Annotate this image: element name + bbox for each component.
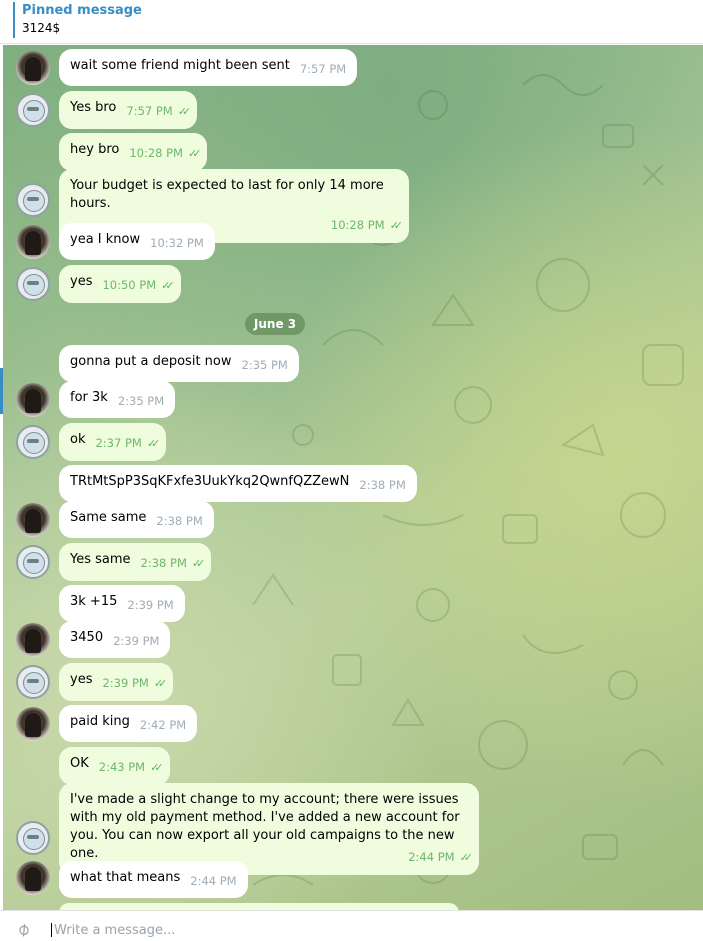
message-text: for 3k xyxy=(70,390,108,405)
message-text: Yes bro xyxy=(70,100,117,115)
avatar[interactable] xyxy=(16,425,50,459)
avatar[interactable] xyxy=(16,383,50,417)
message-text: what that means xyxy=(70,870,181,885)
message-text: 3k +15 xyxy=(70,594,118,609)
read-checkmark-icon: ✓✓ xyxy=(153,677,168,690)
message-time: 7:57 PM xyxy=(126,104,173,118)
avatar[interactable] xyxy=(16,503,50,537)
message-text: yea I know xyxy=(70,232,141,247)
read-checkmark-icon: ✓✓ xyxy=(146,437,161,450)
message-text: yes xyxy=(70,274,93,289)
message-time: 2:35 PM xyxy=(117,394,165,408)
message-bubble[interactable]: gonna put a deposit now 2:35 PM xyxy=(59,345,299,382)
message-bubble[interactable]: 3k +15 2:39 PM xyxy=(59,585,185,622)
read-checkmark-icon: ✓✓ xyxy=(177,105,192,118)
message-bubble[interactable]: Yes same 2:38 PM ✓✓ xyxy=(59,543,212,581)
message-time: 2:37 PM xyxy=(95,436,142,450)
message-bubble[interactable]: paid king 2:42 PM xyxy=(59,705,198,742)
message-time: 2:38 PM xyxy=(359,478,406,492)
pinned-text: 3124$ xyxy=(22,21,61,35)
message-text: Yes same xyxy=(70,552,131,567)
message-time: 2:44 PM xyxy=(408,850,455,864)
message-time: 2:44 PM xyxy=(190,874,237,888)
message-text: yes xyxy=(70,672,93,687)
message-text: Same same xyxy=(70,510,147,525)
avatar[interactable] xyxy=(16,51,50,85)
message-time: 2:38 PM xyxy=(156,514,203,528)
read-checkmark-icon: ✓✓ xyxy=(389,219,404,232)
message-time: 2:38 PM xyxy=(140,556,187,570)
message-time: 10:28 PM xyxy=(330,218,385,232)
avatar[interactable] xyxy=(16,225,50,259)
date-separator: June 3 xyxy=(245,313,305,335)
message-bubble[interactable]: yes 2:39 PM ✓✓ xyxy=(59,663,174,701)
message-time: 2:35 PM xyxy=(241,358,288,372)
avatar[interactable] xyxy=(16,267,50,301)
message-bubble-partial[interactable] xyxy=(59,903,459,910)
read-checkmark-icon: ✓✓ xyxy=(191,557,206,570)
message-time: 2:39 PM xyxy=(127,598,174,612)
message-time: 10:28 PM xyxy=(129,146,183,160)
message-input-bar[interactable]: ⌀ Write a message... xyxy=(0,910,703,941)
message-text: OK xyxy=(70,756,89,771)
pinned-message-bar[interactable]: Pinned message 3124$ xyxy=(0,0,703,44)
avatar[interactable] xyxy=(16,665,50,699)
message-text: hey bro xyxy=(70,142,120,157)
message-bubble[interactable]: OK 2:43 PM ✓✓ xyxy=(59,747,170,785)
message-bubble[interactable]: ok 2:37 PM ✓✓ xyxy=(59,423,167,461)
message-bubble[interactable]: yea I know 10:32 PM xyxy=(59,223,215,260)
message-bubble[interactable]: hey bro 10:28 PM ✓✓ xyxy=(59,133,208,171)
pinned-accent-bar xyxy=(13,2,15,38)
avatar[interactable] xyxy=(16,183,50,217)
message-text: ok xyxy=(70,432,86,447)
avatar[interactable] xyxy=(16,821,50,855)
message-bubble[interactable]: what that means 2:44 PM xyxy=(59,861,248,898)
read-checkmark-icon: ✓✓ xyxy=(459,851,474,864)
avatar[interactable] xyxy=(16,623,50,657)
message-bubble[interactable]: Same same 2:38 PM xyxy=(59,501,214,538)
avatar[interactable] xyxy=(16,545,50,579)
message-time: 7:57 PM xyxy=(299,62,347,76)
avatar[interactable] xyxy=(16,861,50,895)
message-bubble[interactable]: wait some friend might been sent 7:57 PM xyxy=(59,49,358,86)
message-text: paid king xyxy=(70,714,130,729)
message-time: 2:42 PM xyxy=(139,718,187,732)
message-bubble[interactable]: TRtMtSpP3SqKFxfe3UukYkq2QwnfQZZewN 2:38 P… xyxy=(59,465,417,502)
message-bubble[interactable]: 3450 2:39 PM xyxy=(59,621,171,658)
message-time: 2:39 PM xyxy=(102,676,149,690)
read-checkmark-icon: ✓✓ xyxy=(161,279,175,292)
message-text: wait some friend might been sent xyxy=(70,58,290,73)
avatar[interactable] xyxy=(16,707,50,741)
message-text: 3450 xyxy=(70,630,104,645)
message-text: Your budget is expected to last for only… xyxy=(70,178,384,211)
message-bubble[interactable]: for 3k 2:35 PM xyxy=(59,381,176,418)
message-input[interactable]: Write a message... xyxy=(54,923,175,938)
read-checkmark-icon: ✓✓ xyxy=(150,761,164,774)
message-text: TRtMtSpP3SqKFxfe3UukYkq2QwnfQZZewN xyxy=(70,474,350,489)
message-time: 2:43 PM xyxy=(98,760,146,774)
pinned-title: Pinned message xyxy=(22,3,142,18)
read-checkmark-icon: ✓✓ xyxy=(187,147,202,160)
message-time: 2:39 PM xyxy=(113,634,160,648)
message-time: 10:32 PM xyxy=(150,236,204,250)
message-text: gonna put a deposit now xyxy=(70,354,232,369)
message-bubble[interactable]: yes 10:50 PM ✓✓ xyxy=(59,265,181,303)
paperclip-icon[interactable]: ⌀ xyxy=(13,918,35,941)
message-bubble[interactable]: Yes bro 7:57 PM ✓✓ xyxy=(59,91,198,129)
chat-area[interactable]: wait some friend might been sent 7:57 PM … xyxy=(3,45,703,910)
avatar[interactable] xyxy=(16,93,50,127)
message-time: 10:50 PM xyxy=(102,278,157,292)
